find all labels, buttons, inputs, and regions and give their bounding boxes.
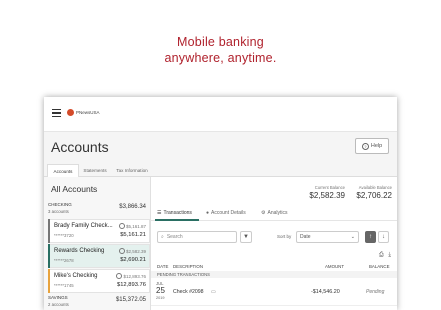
current-balance-value: $2,582.39 [309, 191, 345, 200]
sort-ascending-button[interactable]: ↑ [365, 231, 376, 243]
logo-text: PNewsUSA [76, 110, 100, 115]
list-icon: ☰ [157, 210, 162, 216]
current-balance: $12,893.76 [116, 273, 146, 279]
account-number: ******1745 [54, 283, 74, 288]
account-name: Rewards Checking [54, 248, 105, 254]
active-tab-indicator [155, 219, 199, 221]
arrow-down-icon: ↓ [382, 234, 385, 240]
all-accounts-title[interactable]: All Accounts [51, 184, 97, 194]
sort-descending-button[interactable]: ↓ [378, 231, 389, 243]
chevron-down-icon: ⌄ [350, 234, 355, 240]
account-detail-panel: Current Balance $2,582.39 Available Bala… [151, 177, 397, 310]
column-balance[interactable]: BALANCE [369, 264, 390, 269]
clock-icon [118, 248, 125, 254]
tagline-line-1: Mobile banking [177, 35, 264, 49]
marketing-tagline: Mobile banking anywhere, anytime. [0, 34, 441, 66]
tx-description: Check #2098 [173, 289, 204, 295]
filter-button[interactable]: ▼ [240, 231, 252, 243]
clock-icon [118, 223, 125, 229]
available-balance-block: Available Balance $2,706.22 [356, 185, 392, 200]
brand-logo[interactable]: PNewsUSA [67, 109, 100, 116]
group-savings[interactable]: SAVINGS 2 accounts $15,372.05 [44, 295, 150, 310]
clock-icon [116, 273, 123, 279]
column-date[interactable]: DATE [157, 264, 168, 269]
search-icon: ⌕ [161, 234, 164, 240]
accounts-sidebar: All Accounts CHECKING 3 accounts $3,866.… [44, 177, 151, 310]
top-tabs: Accounts Statements Tax Information [44, 162, 397, 177]
sort-value: Date [300, 234, 311, 240]
current-balance-label: Current Balance [314, 185, 345, 190]
sort-by-label: Sort by [277, 234, 292, 239]
help-icon: ? [361, 142, 369, 150]
check-image-icon[interactable]: ▭ [211, 289, 216, 295]
sort-select[interactable]: Date ⌄ [296, 231, 359, 243]
tab-statements[interactable]: Statements [79, 164, 111, 176]
group-checking[interactable]: CHECKING 3 accounts $3,866.34 [44, 202, 150, 218]
account-card-rewards-checking[interactable]: Rewards Checking ******2678 $2,582.39 $2… [48, 244, 150, 268]
account-card-brady-family[interactable]: Brady Family Check... ******3720 $5,161.… [48, 219, 150, 243]
tab-analytics[interactable]: ⚙ Analytics [261, 210, 288, 216]
logo-mark-icon [67, 109, 74, 116]
search-placeholder: Search [166, 234, 183, 240]
print-icon[interactable]: ⎙ [379, 252, 384, 258]
table-tools: ⎙ ⤓ [379, 252, 391, 259]
account-number: ******2678 [54, 258, 74, 263]
group-name: CHECKING [48, 202, 72, 207]
current-balance: $5,161.87 [118, 223, 146, 229]
tagline-line-2: anywhere, anytime. [164, 51, 277, 65]
group-amount: $15,372.05 [115, 297, 146, 303]
tab-transactions[interactable]: ☰ Transactions [157, 210, 192, 216]
account-name: Brady Family Check... [54, 223, 113, 229]
group-amount: $3,866.34 [119, 204, 146, 210]
pending-section-header: PENDING TRANSACTIONS [151, 271, 397, 278]
page-title: Accounts [51, 139, 109, 155]
table-row[interactable]: JUL 25 2019 Check #2098 ▭ -$14,546.20 Pe… [151, 280, 397, 306]
group-count: 3 accounts [48, 209, 69, 214]
available-balance: $2,690.21 [120, 257, 146, 263]
available-balance-label: Available Balance [358, 185, 392, 190]
help-button[interactable]: ? Help [355, 138, 389, 154]
available-balance-value: $2,706.22 [356, 191, 392, 200]
analytics-icon: ⚙ [261, 210, 266, 216]
account-name: Mike's Checking [54, 273, 98, 279]
tab-account-details[interactable]: ● Account Details [206, 210, 246, 216]
page-header: Accounts ? Help [44, 132, 397, 162]
tx-balance: Pending [366, 289, 385, 295]
top-bar: PNewsUSA [44, 97, 397, 132]
available-balance: $12,893.76 [116, 282, 146, 288]
menu-icon[interactable] [52, 109, 61, 118]
account-card-mikes-checking[interactable]: Mike's Checking ******1745 $12,893.76 $1… [48, 269, 150, 293]
tx-amount: -$14,546.20 [311, 289, 340, 295]
account-color-bar [48, 219, 50, 243]
available-balance: $5,161.21 [120, 232, 146, 238]
account-number: ******3720 [54, 233, 74, 238]
tx-day: 25 [156, 286, 165, 295]
group-count: 2 accounts [48, 302, 69, 307]
group-name: SAVINGS [48, 295, 68, 300]
current-balance-block: Current Balance $2,582.39 [309, 185, 345, 200]
info-icon: ● [206, 210, 210, 216]
account-color-bar [48, 269, 50, 293]
download-icon[interactable]: ⤓ [388, 252, 391, 258]
tab-tax-information[interactable]: Tax Information [112, 164, 152, 176]
current-balance: $2,582.39 [118, 248, 146, 254]
search-input[interactable]: ⌕ Search [157, 231, 237, 243]
column-description[interactable]: DESCRIPTION [173, 264, 203, 269]
filter-icon: ▼ [243, 234, 249, 240]
tab-accounts[interactable]: Accounts [47, 164, 79, 177]
column-amount[interactable]: AMOUNT [325, 264, 344, 269]
tx-year: 2019 [156, 296, 165, 300]
help-label: Help [370, 143, 383, 149]
arrow-up-icon: ↑ [369, 234, 372, 240]
app-window: PNewsUSA Accounts ? Help Accounts Statem… [44, 97, 397, 310]
account-color-bar [48, 244, 50, 268]
